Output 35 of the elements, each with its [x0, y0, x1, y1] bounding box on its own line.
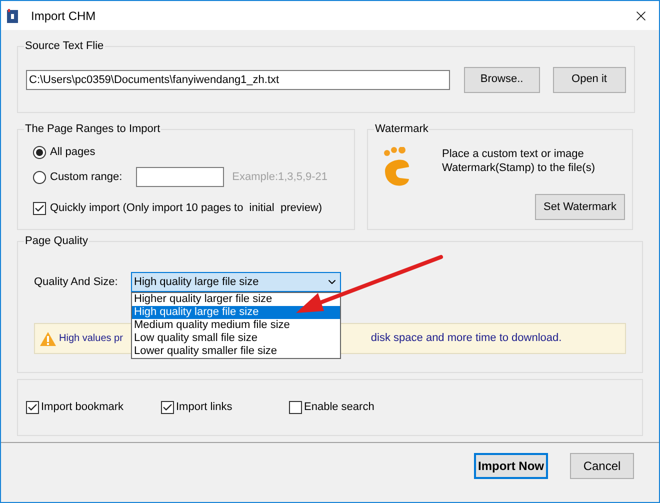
warning-text: High values pr: [59, 332, 123, 346]
checkbox-label: Import bookmark: [41, 400, 124, 416]
group-title: The Page Ranges to Import: [24, 122, 162, 136]
radio-label: Custom range:: [50, 170, 122, 185]
checkbox[interactable]: [26, 401, 39, 414]
checkbox-label: Enable search: [304, 400, 374, 416]
hint-text: Example:1,3,5,9-21: [232, 170, 328, 185]
radio-button[interactable]: [33, 170, 46, 184]
dialog-button[interactable]: Import Now: [474, 453, 548, 479]
button[interactable]: Open it: [552, 66, 626, 92]
dropdown-option[interactable]: Lower quality smaller file size: [132, 345, 340, 358]
warning-text: disk space and more time to download.: [370, 331, 562, 346]
dropdown-option[interactable]: High quality large file size: [132, 306, 340, 319]
dialog-button[interactable]: Cancel: [570, 453, 634, 479]
radio-label: All pages: [50, 144, 96, 160]
book-icon: [7, 8, 18, 22]
window-title: Import CHM: [31, 8, 96, 24]
watermark-description: Place a custom text or image Watermark(Stamp) to the file(s): [442, 147, 596, 175]
dropdown-option[interactable]: Low quality small file size: [132, 332, 340, 345]
warning-icon: [40, 332, 56, 346]
quality-dropdown[interactable]: High quality large file size: [131, 272, 341, 292]
button[interactable]: Set Watermark: [535, 194, 625, 220]
radio-button[interactable]: [33, 146, 46, 158]
button[interactable]: Browse..: [464, 66, 540, 92]
file-path-field[interactable]: C:\Users\pc0359\Documents\fanyiwendang1_zh.txt: [26, 70, 450, 90]
dropdown-option[interactable]: Higher quality larger file size: [132, 293, 340, 306]
field-label: Quality And Size:: [34, 274, 119, 290]
checkbox[interactable]: [33, 202, 46, 215]
checkbox[interactable]: [161, 401, 174, 414]
checkbox-label: Quickly import (Only import 10 pages to initial preview): [50, 201, 322, 216]
checkbox[interactable]: [289, 401, 302, 414]
group-title: Page Quality: [24, 234, 89, 248]
range-field[interactable]: [136, 167, 224, 187]
checkbox-label: Import links: [176, 400, 232, 416]
dropdown-option[interactable]: Medium quality medium file size: [132, 319, 340, 332]
